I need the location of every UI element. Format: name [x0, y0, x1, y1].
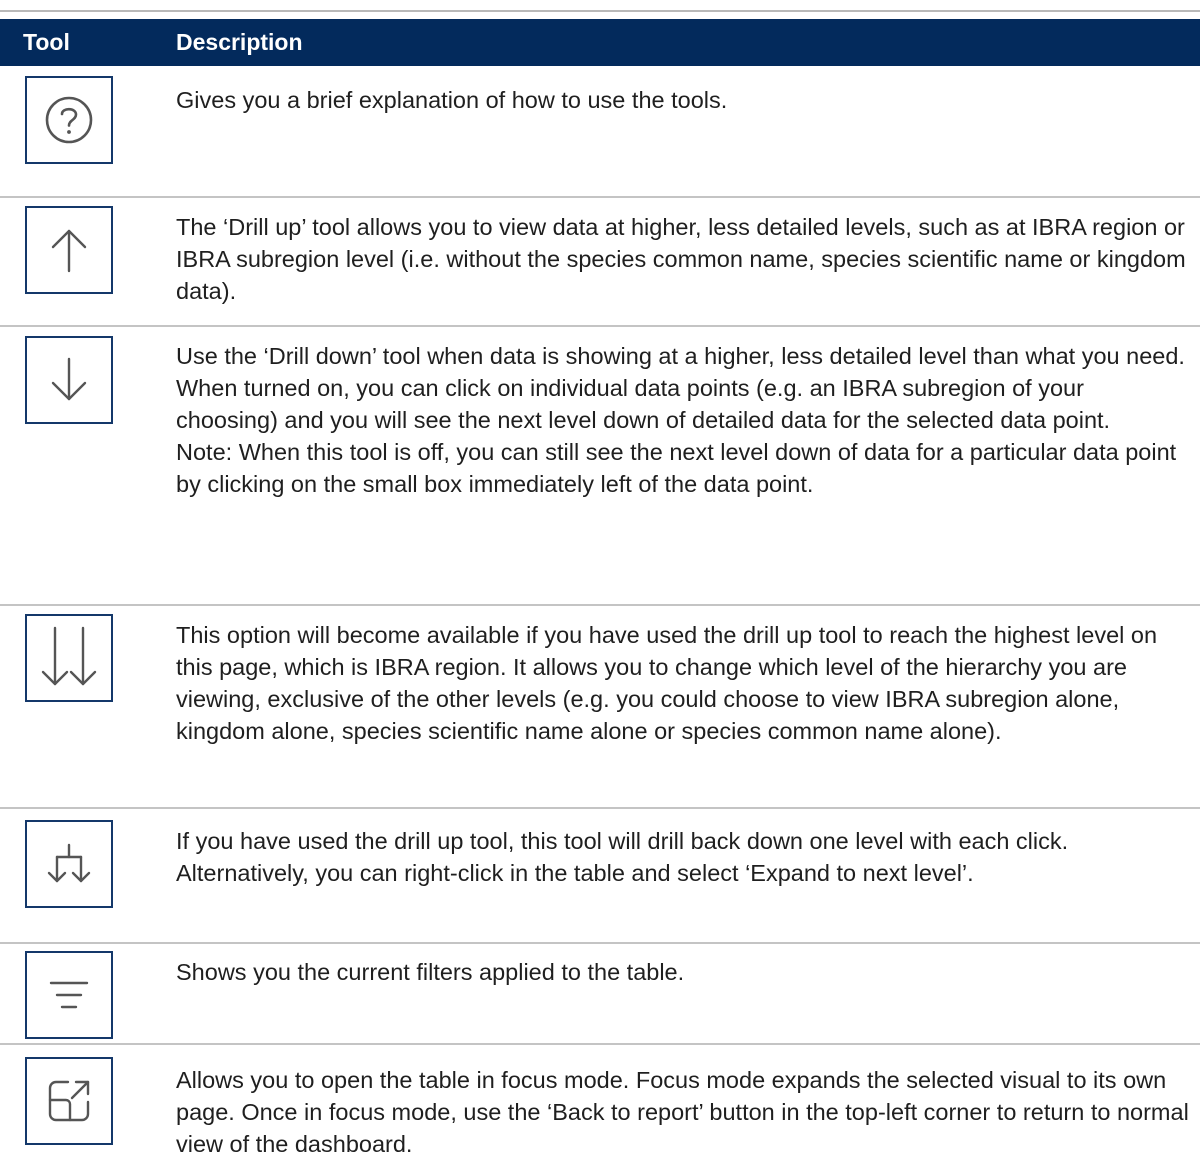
double-arrow-down-icon	[41, 626, 97, 686]
filter-icon	[49, 981, 89, 1009]
expand-next-level-icon	[47, 843, 91, 883]
expand-next-level-icon-button	[25, 820, 113, 908]
header-description: Description	[176, 29, 303, 55]
description-text: Allows you to open the table in focus mo…	[176, 1067, 1189, 1157]
description-text: Use the ‘Drill down’ tool when data is s…	[176, 343, 1185, 433]
row-divider	[0, 942, 1200, 944]
arrow-down-icon	[51, 357, 87, 401]
row-divider	[0, 325, 1200, 327]
help-icon-button	[25, 76, 113, 164]
tools-table: Tool Description Gives you a brief expla…	[0, 0, 1200, 1171]
description-text: Shows you the current filters applied to…	[176, 959, 685, 985]
description-text: If you have used the drill up tool, this…	[176, 828, 1069, 886]
row-divider	[0, 807, 1200, 809]
drill-down-icon-button	[25, 336, 113, 424]
top-rule	[0, 10, 1200, 12]
row-drill-down-description: Use the ‘Drill down’ tool when data is s…	[176, 340, 1191, 500]
row-double-arrow-description: This option will become available if you…	[176, 619, 1191, 747]
focus-mode-icon-button	[25, 1057, 113, 1145]
help-icon	[45, 96, 93, 144]
row-expand-description: If you have used the drill up tool, this…	[176, 825, 1191, 889]
header-tool: Tool	[23, 29, 70, 55]
row-divider	[0, 604, 1200, 606]
row-filter-description: Shows you the current filters applied to…	[176, 956, 1191, 988]
note-text: Note: When this tool is off, you can sti…	[176, 439, 1177, 497]
filter-icon-button	[25, 951, 113, 1039]
description-text: This option will become available if you…	[176, 622, 1158, 744]
description-text: The ‘Drill up’ tool allows you to view d…	[176, 214, 1186, 304]
go-to-next-level-icon-button	[25, 614, 113, 702]
drill-up-icon-button	[25, 206, 113, 294]
row-divider	[0, 1043, 1200, 1045]
row-focus-mode-description: Allows you to open the table in focus mo…	[176, 1064, 1191, 1160]
row-drill-up-description: The ‘Drill up’ tool allows you to view d…	[176, 211, 1191, 307]
table-header: Tool Description	[0, 19, 1200, 66]
focus-mode-icon	[48, 1080, 90, 1122]
description-text: Gives you a brief explanation of how to …	[176, 87, 728, 113]
arrow-up-icon	[51, 229, 87, 273]
row-help-description: Gives you a brief explanation of how to …	[176, 84, 1191, 116]
row-divider	[0, 196, 1200, 198]
